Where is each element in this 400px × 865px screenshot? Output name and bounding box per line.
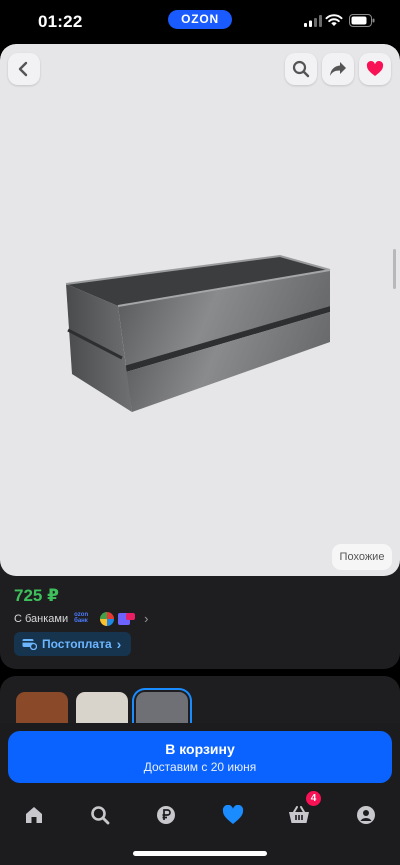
- cart-count-badge: 4: [306, 791, 321, 806]
- postpay-label: Постоплата: [42, 637, 112, 651]
- ozon-bank-logo: ozon банк: [74, 611, 89, 625]
- basket-icon: [289, 806, 309, 823]
- similar-button[interactable]: Похожие: [332, 544, 392, 570]
- chevron-right-icon: ›: [144, 611, 149, 626]
- battery-icon: [349, 14, 375, 27]
- card-clock-icon: [22, 639, 37, 650]
- bank-card-logo: [118, 612, 136, 626]
- postpay-badge[interactable]: Постоплата ›: [14, 632, 132, 656]
- ruble-icon: [157, 806, 175, 824]
- cellular-signal-icon: [304, 15, 322, 27]
- wifi-icon: [325, 14, 343, 26]
- sbp-logo: [100, 611, 115, 626]
- heart-icon: [222, 805, 244, 824]
- tab-home[interactable]: [16, 799, 52, 831]
- profile-icon: [357, 806, 375, 824]
- share-arrow-icon: [330, 62, 346, 76]
- ozon-app-pill[interactable]: OZON: [168, 10, 232, 29]
- tab-profile[interactable]: [348, 799, 384, 831]
- banks-label: С банками: [14, 612, 69, 625]
- bank-payment-row[interactable]: С банками ozon банк ›: [14, 611, 148, 626]
- search-icon: [91, 806, 110, 825]
- back-button[interactable]: [8, 53, 40, 85]
- add-to-cart-label: В корзину: [165, 741, 235, 757]
- home-indicator: [133, 851, 267, 856]
- gallery-scroll-indicator: [393, 249, 396, 289]
- favorite-button[interactable]: [359, 53, 391, 85]
- tab-search[interactable]: [82, 799, 118, 831]
- product-image-gallery[interactable]: Похожие: [0, 44, 400, 576]
- search-icon: [292, 60, 310, 78]
- product-card: Похожие 725 ₽ С банками ozon банк › Пост…: [0, 44, 400, 669]
- chevron-left-icon: [18, 61, 28, 77]
- chevron-right-icon: ›: [116, 636, 122, 652]
- cart-bar: В корзину Доставим с 20 июня: [0, 723, 400, 793]
- home-icon: [26, 807, 42, 823]
- status-bar: 01:22 OZON: [0, 0, 400, 44]
- tab-finance[interactable]: [148, 799, 184, 831]
- product-price: 725 ₽: [14, 586, 59, 605]
- status-time: 01:22: [38, 12, 83, 31]
- delivery-date-text: Доставим с 20 июня: [143, 760, 257, 774]
- add-to-cart-button[interactable]: В корзину Доставим с 20 июня: [8, 731, 392, 783]
- product-photo-wooden-box: [65, 254, 331, 412]
- search-button[interactable]: [285, 53, 317, 85]
- tab-favorites[interactable]: [215, 799, 251, 831]
- heart-icon: [366, 61, 384, 76]
- share-button[interactable]: [322, 53, 354, 85]
